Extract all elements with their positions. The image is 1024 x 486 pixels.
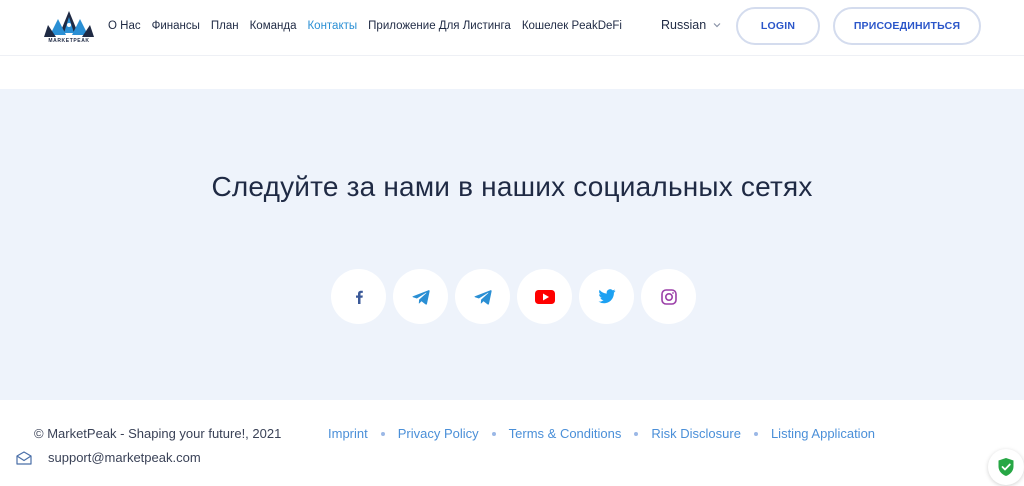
copyright-text: © MarketPeak - Shaping your future!, 202…: [34, 426, 282, 441]
separator-dot: [380, 431, 385, 436]
nav-item-peakdefi-wallet[interactable]: Кошелек PeakDeFi: [522, 18, 622, 34]
language-select[interactable]: Russian: [661, 18, 722, 32]
facebook-icon: [355, 290, 363, 304]
footer-link-listing-application[interactable]: Listing Application: [771, 426, 875, 441]
facebook-link[interactable]: [331, 269, 386, 324]
join-button[interactable]: ПРИСОЕДИНИТЬСЯ: [833, 7, 981, 45]
separator-dot: [634, 431, 639, 436]
envelope-icon: [16, 450, 32, 465]
footer-link-risk-disclosure[interactable]: Risk Disclosure: [651, 426, 741, 441]
login-button[interactable]: LOGIN: [736, 7, 820, 45]
instagram-icon: [660, 288, 677, 305]
telegram-icon: [473, 289, 492, 305]
telegram-icon: [411, 289, 430, 305]
nav-item-contacts[interactable]: Контакты: [307, 18, 357, 34]
section-title: Следуйте за нами в наших социальных сетя…: [211, 171, 813, 202]
separator-dot: [753, 431, 758, 436]
security-badge[interactable]: [988, 449, 1024, 485]
shield-check-icon: [998, 458, 1014, 476]
footer-link-imprint[interactable]: Imprint: [328, 426, 368, 441]
logo-icon: [44, 11, 94, 37]
nav-item-plan[interactable]: План: [211, 18, 239, 34]
youtube-link[interactable]: [517, 269, 572, 324]
support-email: support@marketpeak.com: [48, 450, 201, 465]
nav-item-finance[interactable]: Финансы: [152, 18, 200, 34]
social-section: Следуйте за нами в наших социальных сетя…: [0, 89, 1024, 400]
chevron-down-icon: [713, 23, 721, 28]
site-footer: © MarketPeak - Shaping your future!, 202…: [0, 400, 1024, 486]
separator-dot: [491, 431, 496, 436]
support-contact[interactable]: support@marketpeak.com: [16, 450, 201, 465]
social-links: [331, 269, 696, 324]
page: MARKETPEAK О Нас Финансы План Команда Ко…: [0, 0, 1024, 486]
language-label: Russian: [661, 18, 707, 32]
footer-links: Imprint Privacy Policy Terms & Condition…: [328, 426, 875, 441]
logo-text: MARKETPEAK: [48, 38, 90, 44]
nav-item-about[interactable]: О Нас: [108, 18, 141, 34]
site-header: MARKETPEAK О Нас Финансы План Команда Ко…: [0, 0, 1024, 56]
nav-item-listing-app[interactable]: Приложение Для Листинга: [368, 18, 511, 34]
instagram-link[interactable]: [641, 269, 696, 324]
telegram-link-1[interactable]: [393, 269, 448, 324]
footer-link-terms[interactable]: Terms & Conditions: [509, 426, 622, 441]
footer-link-privacy-policy[interactable]: Privacy Policy: [398, 426, 479, 441]
main-nav: О Нас Финансы План Команда Контакты Прил…: [108, 18, 633, 34]
telegram-link-2[interactable]: [455, 269, 510, 324]
nav-item-team[interactable]: Команда: [250, 18, 297, 34]
youtube-icon: [534, 289, 555, 304]
twitter-icon: [598, 289, 615, 304]
twitter-link[interactable]: [579, 269, 634, 324]
